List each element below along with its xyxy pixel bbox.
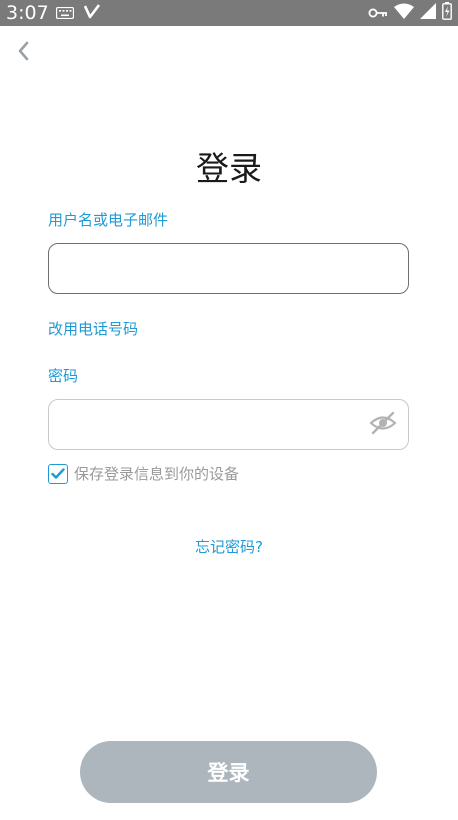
remember-login-label: 保存登录信息到你的设备 (74, 465, 240, 483)
wifi-icon (394, 3, 414, 23)
password-label: 密码 (48, 367, 79, 385)
username-input[interactable] (48, 243, 409, 294)
checkmark-icon (51, 468, 65, 479)
back-button[interactable] (10, 40, 36, 66)
forgot-password-link[interactable]: 忘记密码? (195, 538, 263, 556)
battery-icon (442, 2, 452, 24)
remember-login-checkbox[interactable] (48, 464, 68, 484)
signal-icon (420, 3, 436, 23)
eye-off-icon (369, 411, 397, 439)
status-right-icons (368, 2, 452, 24)
password-input[interactable] (48, 399, 409, 450)
v-app-icon (83, 3, 101, 23)
chevron-left-icon (16, 40, 30, 66)
use-phone-number-link[interactable]: 改用电话号码 (48, 319, 138, 339)
status-bar: 3:07 (0, 0, 458, 26)
username-label: 用户名或电子邮件 (48, 211, 169, 229)
vpn-key-icon (368, 4, 388, 23)
status-left-icons (55, 3, 101, 23)
login-button[interactable]: 登录 (80, 741, 377, 803)
status-time: 3:07 (6, 2, 49, 24)
forgot-password-row: 忘记密码? (0, 537, 458, 557)
password-visibility-toggle[interactable] (368, 410, 398, 440)
page-title: 登录 (196, 149, 262, 188)
keyboard-icon (55, 4, 75, 23)
remember-login-row[interactable]: 保存登录信息到你的设备 (48, 463, 239, 485)
